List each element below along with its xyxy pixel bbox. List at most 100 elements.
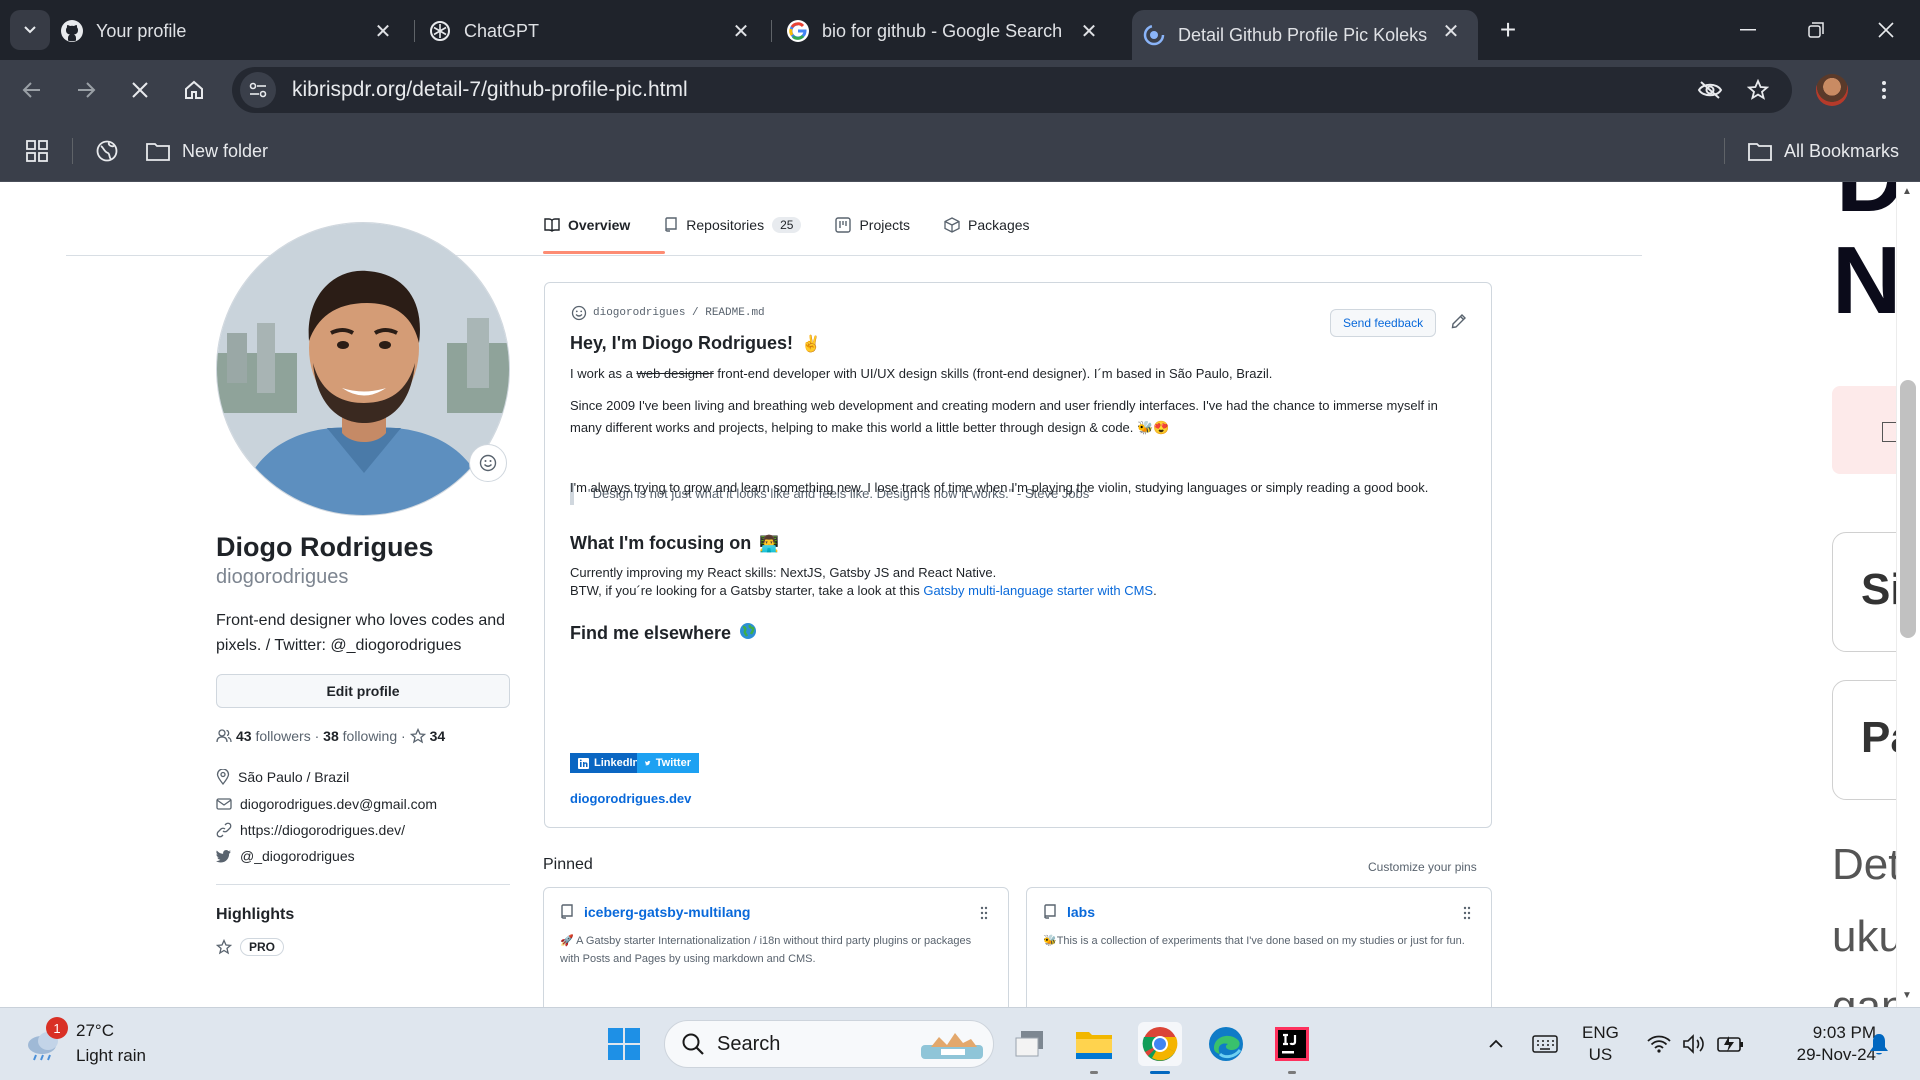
windows-logo-icon: [608, 1028, 640, 1060]
pinned-repo-link[interactable]: iceberg-gatsby-multilang: [560, 904, 750, 920]
pencil-icon[interactable]: [1451, 313, 1467, 334]
minimize-button[interactable]: [1728, 12, 1768, 48]
set-status-button[interactable]: [469, 444, 507, 482]
bookmark-new-folder[interactable]: New folder: [146, 133, 268, 169]
close-window-button[interactable]: [1866, 12, 1906, 48]
edit-profile-button[interactable]: Edit profile: [216, 674, 510, 708]
weather-widget[interactable]: 1 27°C Light rain: [24, 1017, 146, 1068]
region-code: US: [1588, 1045, 1613, 1064]
smiley-icon: [479, 454, 497, 472]
profile-username: diogorodrigues: [216, 566, 349, 588]
system-clock[interactable]: 9:03 PM 29-Nov-24: [1764, 1022, 1876, 1066]
drag-handle-icon[interactable]: [1463, 906, 1471, 920]
notification-bell-icon[interactable]: [1864, 1022, 1894, 1066]
arrow-left-icon: [22, 82, 40, 98]
all-bookmarks-button[interactable]: All Bookmarks: [1748, 133, 1899, 169]
file-explorer-icon[interactable]: [1072, 1022, 1116, 1074]
stop-button[interactable]: [122, 72, 158, 108]
keyboard-icon[interactable]: [1530, 1022, 1560, 1066]
website-link[interactable]: https://diogorodrigues.dev/: [240, 822, 405, 838]
tab-chatgpt[interactable]: ChatGPT ✕: [428, 10, 768, 52]
apps-grid-icon[interactable]: [26, 133, 48, 169]
tab-projects[interactable]: Projects: [835, 212, 910, 238]
close-icon[interactable]: ✕: [728, 18, 754, 44]
home-button[interactable]: [176, 72, 212, 108]
globe-icon[interactable]: [96, 133, 118, 169]
repo-name: iceberg-gatsby-multilang: [584, 904, 751, 920]
task-view-icon[interactable]: [1008, 1022, 1052, 1066]
tab-label: Repositories: [686, 217, 765, 233]
repo-count-badge: 25: [772, 217, 802, 233]
following-count[interactable]: 38: [323, 728, 339, 744]
folder-icon: [146, 143, 170, 161]
start-button[interactable]: [602, 1022, 646, 1066]
gatsby-starter-link[interactable]: Gatsby multi-language starter with CMS: [923, 583, 1153, 598]
tab-repositories[interactable]: Repositories 25: [664, 212, 802, 238]
tab-packages[interactable]: Packages: [944, 212, 1030, 238]
tab-detail-github-profile-pic[interactable]: Detail Github Profile Pic Koleksi ✕: [1132, 10, 1478, 60]
stars-count[interactable]: 34: [430, 728, 446, 744]
bookmark-star-icon[interactable]: [1740, 72, 1776, 108]
chrome-icon[interactable]: [1138, 1022, 1182, 1074]
loading-icon: [1142, 23, 1166, 47]
language-indicator[interactable]: ENG US: [1582, 1022, 1619, 1066]
close-icon: [132, 82, 148, 98]
readme-heading-intro: Hey, I'm Diogo Rodrigues! ✌: [570, 333, 821, 354]
site-info-icon[interactable]: [240, 72, 276, 108]
battery-charging-icon[interactable]: [1716, 1022, 1746, 1066]
avatar[interactable]: [216, 222, 510, 516]
package-icon: [944, 217, 960, 233]
eye-slash-icon[interactable]: [1692, 72, 1728, 108]
personal-site-link[interactable]: diogorodrigues.dev: [570, 791, 691, 806]
tab-search-button[interactable]: [10, 10, 50, 50]
followers-count[interactable]: 43: [236, 728, 252, 744]
taskbar-search[interactable]: Search: [664, 1020, 994, 1068]
linkedin-label: LinkedIn: [594, 757, 640, 769]
restore-button[interactable]: [1796, 12, 1836, 48]
search-highlight-image: [921, 1033, 983, 1059]
close-icon[interactable]: ✕: [1438, 18, 1464, 44]
intellij-icon[interactable]: [1270, 1022, 1314, 1074]
repo-icon: [665, 217, 677, 232]
scroll-up-arrow-icon[interactable]: ▲: [1902, 186, 1912, 197]
twitter-badge[interactable]: Twitter: [637, 753, 699, 773]
pinned-card: labs 🐝This is a collection of experiment…: [1026, 887, 1492, 1007]
drag-handle-icon[interactable]: [980, 906, 988, 920]
close-icon[interactable]: ✕: [370, 18, 396, 44]
forward-button[interactable]: [68, 72, 104, 108]
tab-overview[interactable]: Overview: [544, 212, 630, 238]
readme-paragraph: I work as a web designer front-end devel…: [570, 363, 1470, 385]
customize-pins-link[interactable]: Customize your pins: [1368, 860, 1477, 874]
email-link[interactable]: diogorodrigues.dev@gmail.com: [240, 796, 437, 812]
profile-bio: Front-end designer who loves codes and p…: [216, 612, 506, 654]
scrollbar-thumb[interactable]: [1900, 380, 1916, 638]
address-bar[interactable]: kibrispdr.org/detail-7/github-profile-pi…: [232, 67, 1792, 113]
heading-text: What I'm focusing on: [570, 533, 752, 553]
send-feedback-button[interactable]: Send feedback: [1330, 309, 1437, 337]
chevron-up-icon[interactable]: [1484, 1022, 1508, 1066]
followers-label[interactable]: followers: [255, 728, 310, 744]
twitter-link[interactable]: @_diogorodrigues: [240, 848, 355, 864]
back-button[interactable]: [14, 72, 50, 108]
pro-badge: PRO: [240, 938, 285, 956]
pinned-repo-link[interactable]: labs: [1043, 904, 1095, 920]
kebab-menu-icon[interactable]: [1872, 74, 1896, 106]
clock-time: 9:03 PM: [1812, 1023, 1876, 1042]
tab-your-profile[interactable]: Your profile ✕: [60, 10, 410, 52]
following-label[interactable]: following: [343, 728, 397, 744]
scroll-down-arrow-icon[interactable]: ▼: [1902, 990, 1912, 1001]
repo-description: 🚀 A Gatsby starter Internationalization …: [560, 935, 972, 965]
profile-avatar[interactable]: [1816, 74, 1848, 106]
active-tab-underline: [543, 251, 665, 254]
readme-path-file[interactable]: README.md: [705, 307, 764, 319]
volume-icon[interactable]: [1680, 1022, 1710, 1066]
edge-icon[interactable]: [1204, 1022, 1248, 1066]
close-icon[interactable]: ✕: [1076, 18, 1102, 44]
readme-path-user[interactable]: diogorodrigues: [593, 307, 685, 319]
wifi-icon[interactable]: [1644, 1022, 1674, 1066]
tab-google-search[interactable]: bio for github - Google Search ✕: [786, 10, 1116, 52]
vcard-website: https://diogorodrigues.dev/: [216, 822, 405, 838]
bookmark-separator: [72, 138, 73, 164]
new-tab-button[interactable]: +: [1492, 14, 1524, 46]
linkedin-badge[interactable]: LinkedIn: [570, 753, 648, 773]
